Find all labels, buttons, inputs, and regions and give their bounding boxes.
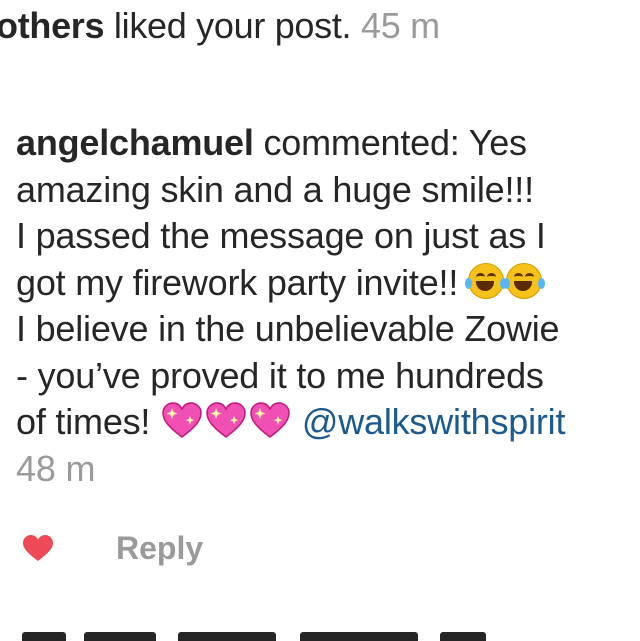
comment-username[interactable]: angelchamuel: [16, 122, 254, 163]
comment-notification[interactable]: angelchamuel commented: Yes amazing skin…: [16, 120, 640, 492]
reply-button[interactable]: Reply: [116, 528, 203, 568]
sparkling-heart-icon: [162, 402, 202, 439]
face-with-tears-of-joy-icon: [502, 262, 545, 299]
sparkling-heart-icon: [206, 402, 246, 439]
like-notification[interactable]: others liked your post. 45 m: [0, 2, 440, 50]
comment-actions: Reply: [22, 528, 203, 568]
comment-line-4: got my firework party invite!!: [16, 260, 640, 307]
next-item-clipped: [0, 626, 640, 641]
comment-line-3: I passed the message on just as I: [16, 215, 546, 256]
notification-time: 45 m: [360, 5, 440, 46]
comment-line-5: I believe in the unbelievable Zowie: [16, 308, 560, 349]
mention-link[interactable]: @walkswithspirit: [302, 401, 566, 442]
comment-line-6: - you’ve proved it to me hundreds: [16, 354, 544, 396]
sparkling-heart-icon: [250, 402, 290, 439]
face-with-tears-of-joy-icon: [464, 262, 507, 299]
comment-line-1: angelchamuel commented: Yes: [16, 122, 527, 163]
heart-icon[interactable]: [22, 534, 54, 562]
notification-actor[interactable]: others: [0, 5, 105, 46]
comment-line-7: of times! @walkswithspirit: [16, 401, 566, 442]
comment-time: 48 m: [16, 447, 96, 489]
comment-line-2: amazing skin and a huge smile!!!: [16, 168, 534, 210]
notification-text: liked your post.: [104, 5, 352, 46]
